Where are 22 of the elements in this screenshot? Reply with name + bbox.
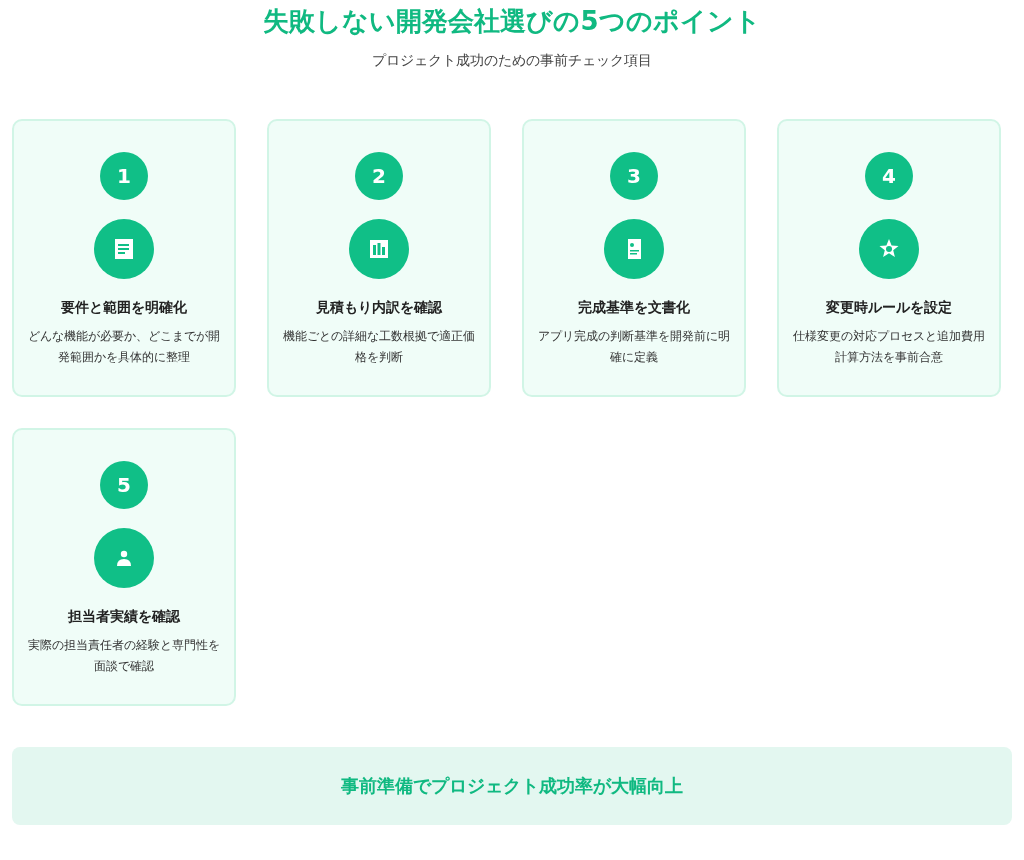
page-subtitle: プロジェクト成功のための事前チェック項目 xyxy=(371,52,653,70)
number-badge: 5 xyxy=(100,461,148,509)
point-heading: 完成基準を文書化 xyxy=(578,299,690,317)
number-badge: 3 xyxy=(610,152,658,200)
point-description: 機能ごとの詳細な工数根拠で適正価格を判断 xyxy=(283,328,475,366)
bar-chart-icon xyxy=(349,219,409,279)
number-badge: 1 xyxy=(100,152,148,200)
number-badge: 4 xyxy=(865,152,913,200)
point-description: どんな機能が必要か、どこまでが開発範囲かを具体的に整理 xyxy=(28,328,220,366)
summary-banner: 事前準備でプロジェクト成功率が大幅向上 xyxy=(12,747,1012,825)
point-description: アプリ完成の判断基準を開発前に明確に定義 xyxy=(538,328,730,366)
number-badge: 2 xyxy=(355,152,403,200)
page-title: 失敗しない開発会社選びの5つのポイント xyxy=(262,5,762,38)
point-heading: 見積もり内訳を確認 xyxy=(316,299,442,317)
profile-card-icon xyxy=(604,219,664,279)
person-icon xyxy=(94,528,154,588)
point-heading: 変更時ルールを設定 xyxy=(826,299,952,317)
point-description: 仕様変更の対応プロセスと追加費用計算方法を事前合意 xyxy=(793,328,985,366)
document-icon xyxy=(94,219,154,279)
point-heading: 要件と範囲を明確化 xyxy=(61,299,187,317)
point-heading: 担当者実績を確認 xyxy=(68,608,180,626)
point-description: 実際の担当責任者の経験と専門性を面談で確認 xyxy=(28,637,220,675)
